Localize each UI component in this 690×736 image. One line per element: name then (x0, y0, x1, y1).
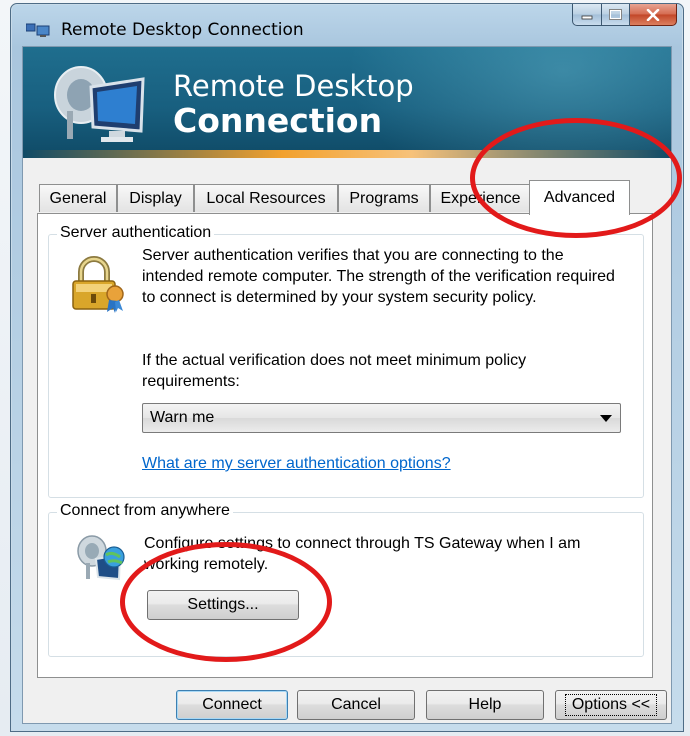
remote-desktop-monitor-icon (54, 66, 145, 142)
tab-label: Programs (349, 189, 419, 207)
connect-anywhere-description: Configure settings to connect through TS… (144, 535, 581, 573)
maximize-button[interactable] (602, 4, 630, 26)
banner-title-line1: Remote Desktop (173, 69, 414, 103)
dialog-client-area: Remote Desktop Connection General Displa… (22, 46, 672, 724)
tab-label: Local Resources (206, 189, 326, 207)
selected-option: Warn me (150, 409, 215, 426)
button-label: Options << (564, 694, 658, 716)
tab-label: Experience (440, 189, 521, 207)
cancel-button[interactable]: Cancel (297, 690, 415, 720)
tab-display[interactable]: Display (117, 184, 194, 212)
server-auth-options-link[interactable]: What are my server authentication option… (142, 455, 451, 473)
maximize-icon (609, 9, 622, 20)
tab-advanced[interactable]: Advanced (529, 180, 630, 215)
banner-accent-stripe (23, 150, 671, 158)
banner: Remote Desktop Connection (23, 47, 671, 158)
group-title: Server authentication (57, 224, 215, 242)
server-auth-description: Server authentication verifies that you … (142, 247, 615, 306)
tab-experience[interactable]: Experience (430, 184, 531, 212)
tab-programs[interactable]: Programs (338, 184, 430, 212)
button-label: Cancel (331, 696, 381, 713)
tab-label: Display (129, 189, 182, 207)
remote-desktop-window: Remote Desktop Connection Remote Desktop… (10, 3, 684, 732)
settings-button[interactable]: Settings... (147, 590, 299, 620)
minimize-button[interactable] (572, 4, 602, 26)
ts-gateway-globe-icon (77, 535, 125, 581)
tab-local-resources[interactable]: Local Resources (194, 184, 338, 212)
options-button[interactable]: Options << (555, 690, 667, 720)
server-authentication-group: Server authentication Server authenticat… (48, 224, 644, 498)
close-icon (646, 8, 660, 21)
tab-label: Advanced (543, 189, 616, 206)
policy-prompt: If the actual verification does not meet… (142, 352, 527, 390)
lock-certificate-icon (72, 256, 124, 313)
button-label: Settings... (187, 596, 259, 613)
advanced-tab-panel: Server authentication Server authenticat… (37, 213, 653, 678)
connect-from-anywhere-group: Connect from anywhere Configure settings… (48, 502, 644, 657)
tab-label: General (49, 189, 107, 207)
window-title: Remote Desktop Connection (61, 20, 304, 40)
authentication-option-select[interactable]: Warn me (142, 403, 621, 433)
minimize-icon (581, 15, 593, 19)
window-controls (572, 4, 677, 26)
tab-general[interactable]: General (39, 184, 117, 212)
connect-button[interactable]: Connect (176, 690, 288, 720)
dropdown-arrow-icon (600, 415, 612, 422)
title-bar[interactable]: Remote Desktop Connection (11, 4, 683, 46)
banner-title-line2: Connection (173, 101, 383, 140)
close-button[interactable] (630, 4, 677, 26)
button-label: Connect (202, 696, 262, 713)
button-label: Help (468, 696, 502, 713)
help-button[interactable]: Help (426, 690, 544, 720)
group-title: Connect from anywhere (57, 502, 233, 520)
remote-desktop-app-icon (26, 23, 50, 37)
